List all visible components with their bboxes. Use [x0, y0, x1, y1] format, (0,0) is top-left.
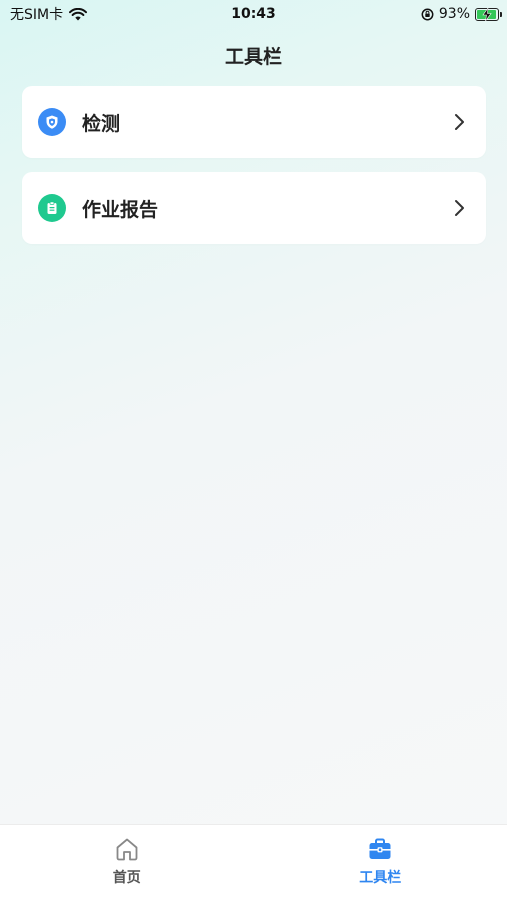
status-time: 10:43: [231, 6, 276, 22]
status-left: 无SIM卡: [10, 4, 88, 24]
screen-rotation-lock-icon: [421, 8, 434, 20]
status-bar: 无SIM卡 10:43 93%: [0, 0, 507, 28]
menu-item-inspection[interactable]: 检测: [22, 86, 486, 158]
tab-home[interactable]: 首页: [0, 825, 254, 900]
carrier-label: 无SIM卡: [10, 7, 64, 23]
home-icon: [116, 838, 138, 861]
page-title: 工具栏: [224, 46, 282, 68]
chevron-right-icon: [455, 200, 464, 216]
battery-charging-icon: [475, 7, 502, 21]
clipboard-icon: [38, 194, 66, 222]
status-right: 93%: [421, 6, 502, 22]
menu-item-label: 检测: [82, 112, 121, 135]
tab-bar: 首页 工具栏: [0, 824, 507, 900]
tab-label: 首页: [112, 870, 141, 886]
battery-percent: 93%: [438, 6, 470, 22]
toolbox-icon: [369, 838, 391, 859]
shield-icon: [38, 108, 66, 136]
tab-toolbox[interactable]: 工具栏: [254, 825, 507, 900]
battery-cap: [500, 11, 502, 17]
menu-item-label: 作业报告: [82, 198, 159, 221]
menu-item-work-report[interactable]: 作业报告: [22, 172, 486, 244]
wifi-icon: [69, 7, 88, 20]
bolt-icon: [482, 7, 492, 21]
chevron-right-icon: [455, 114, 464, 130]
tab-label: 工具栏: [359, 870, 402, 886]
